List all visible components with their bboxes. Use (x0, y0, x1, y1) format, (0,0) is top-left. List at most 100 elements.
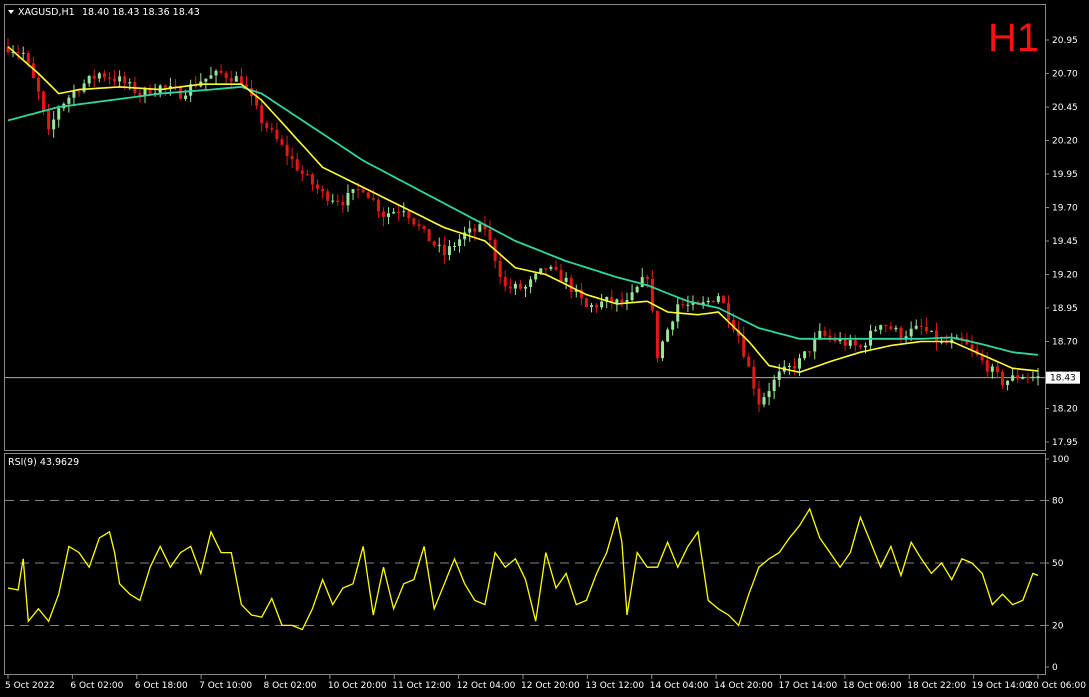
candle-body (655, 310, 659, 359)
time-tick-label: 7 Oct 10:00 (199, 681, 252, 691)
candle-body (376, 199, 380, 212)
candle-body (858, 345, 862, 348)
candle-body (518, 283, 522, 289)
candle-body (229, 78, 233, 82)
chart-canvas: 20.95 20.70 20.45 20.20 19.95 19.70 19.45 19.20… (4, 4, 1086, 691)
candle-body (234, 76, 238, 82)
candle-body (275, 129, 279, 140)
candle-body (899, 327, 903, 339)
candle-body (1000, 371, 1004, 385)
candle-body (787, 366, 791, 368)
time-tick-label: 14 Oct 20:00 (714, 681, 773, 691)
candle-body (305, 174, 309, 176)
candle-body (432, 241, 436, 246)
candle-body (595, 305, 599, 308)
candle-body (919, 325, 923, 327)
time-tick-label: 6 Oct 18:00 (135, 681, 188, 691)
candle-body (524, 286, 528, 289)
candle-body (508, 286, 512, 289)
candle-body (681, 304, 685, 306)
candle-body (503, 277, 507, 287)
current-price-tag: 18.43 (1046, 371, 1080, 384)
timeframe-badge: H1 (988, 16, 1039, 60)
candle-body (107, 77, 111, 79)
candle-body (52, 119, 56, 130)
candle-body (874, 329, 878, 331)
candle-body (82, 83, 86, 92)
rsi-tick-label: 20 (1052, 621, 1064, 631)
candle-body (392, 211, 396, 214)
candle-body (387, 213, 391, 217)
candle-body (341, 201, 345, 206)
candle-body (310, 174, 314, 185)
time-tick-label: 13 Oct 12:00 (585, 681, 644, 691)
ohlc-label: 18.40 18.43 18.36 18.43 (82, 7, 200, 18)
candle-body (316, 184, 320, 189)
time-tick-label: 12 Oct 20:00 (521, 681, 580, 691)
candle-body (645, 277, 649, 280)
candle-body (458, 239, 462, 246)
time-tick-label: 18 Oct 06:00 (843, 681, 902, 691)
candle-body (823, 330, 827, 336)
symbol-menu-triangle-icon[interactable] (8, 10, 14, 14)
candle-body (924, 326, 928, 332)
candle-body (777, 371, 781, 380)
candle-body (990, 366, 994, 372)
symbol-label[interactable]: XAGUSD,H1 (18, 7, 75, 18)
rsi-label: RSI(9) 43.9629 (8, 457, 79, 468)
candle-body (427, 229, 431, 242)
candle-body (326, 191, 330, 201)
time-tick-label: 10 Oct 20:00 (328, 681, 387, 691)
candle-body (47, 110, 51, 130)
candle-body (818, 330, 822, 339)
rsi-panel-frame (4, 453, 1046, 675)
candle-body (366, 192, 370, 199)
candle-body (661, 341, 665, 359)
price-axis-ticks: 20.95 20.70 20.45 20.20 19.95 19.70 19.45 19.20… (1045, 36, 1078, 448)
candle-body (397, 211, 401, 213)
candle-body (600, 301, 604, 308)
candle-body (442, 244, 446, 256)
candle-body (290, 155, 294, 160)
candle-body (970, 344, 974, 350)
price-tick-label: 19.45 (1052, 237, 1078, 247)
candle-body (513, 283, 517, 289)
candle-body (417, 224, 421, 227)
candle-body (265, 123, 269, 129)
candle-body (1021, 376, 1025, 379)
rsi-levels (5, 500, 1045, 626)
candle-body (77, 91, 81, 93)
candle-body (295, 159, 299, 171)
candle-body (42, 91, 46, 111)
candle-body (87, 75, 91, 84)
candle-body (711, 300, 715, 303)
candle-body (300, 170, 304, 175)
candle-body (803, 351, 807, 359)
candle-body (767, 391, 771, 398)
candle-body (762, 397, 766, 405)
candle-body (1006, 380, 1010, 385)
price-tick-label: 19.20 (1052, 271, 1078, 281)
candle-body (549, 266, 553, 269)
candle-body (792, 366, 796, 369)
price-tick-label: 17.95 (1052, 438, 1078, 448)
candle-body (473, 228, 477, 232)
candle-body (848, 340, 852, 346)
candle-body (123, 76, 127, 84)
candle-body (1016, 375, 1020, 379)
price-tick-label: 18.95 (1052, 304, 1078, 314)
candle-body (488, 229, 492, 241)
candle-body (853, 340, 857, 346)
candle-body (884, 325, 888, 327)
candle-body (757, 388, 761, 405)
candle-body (468, 228, 472, 233)
time-tick-label: 18 Oct 22:00 (907, 681, 966, 691)
candle-body (381, 211, 385, 217)
candle-body (929, 330, 933, 332)
candle-body (589, 305, 593, 307)
candle-body (437, 244, 441, 246)
candle-body (92, 75, 96, 79)
candle-body (422, 226, 426, 230)
candle-body (798, 358, 802, 369)
candle-body (640, 277, 644, 287)
